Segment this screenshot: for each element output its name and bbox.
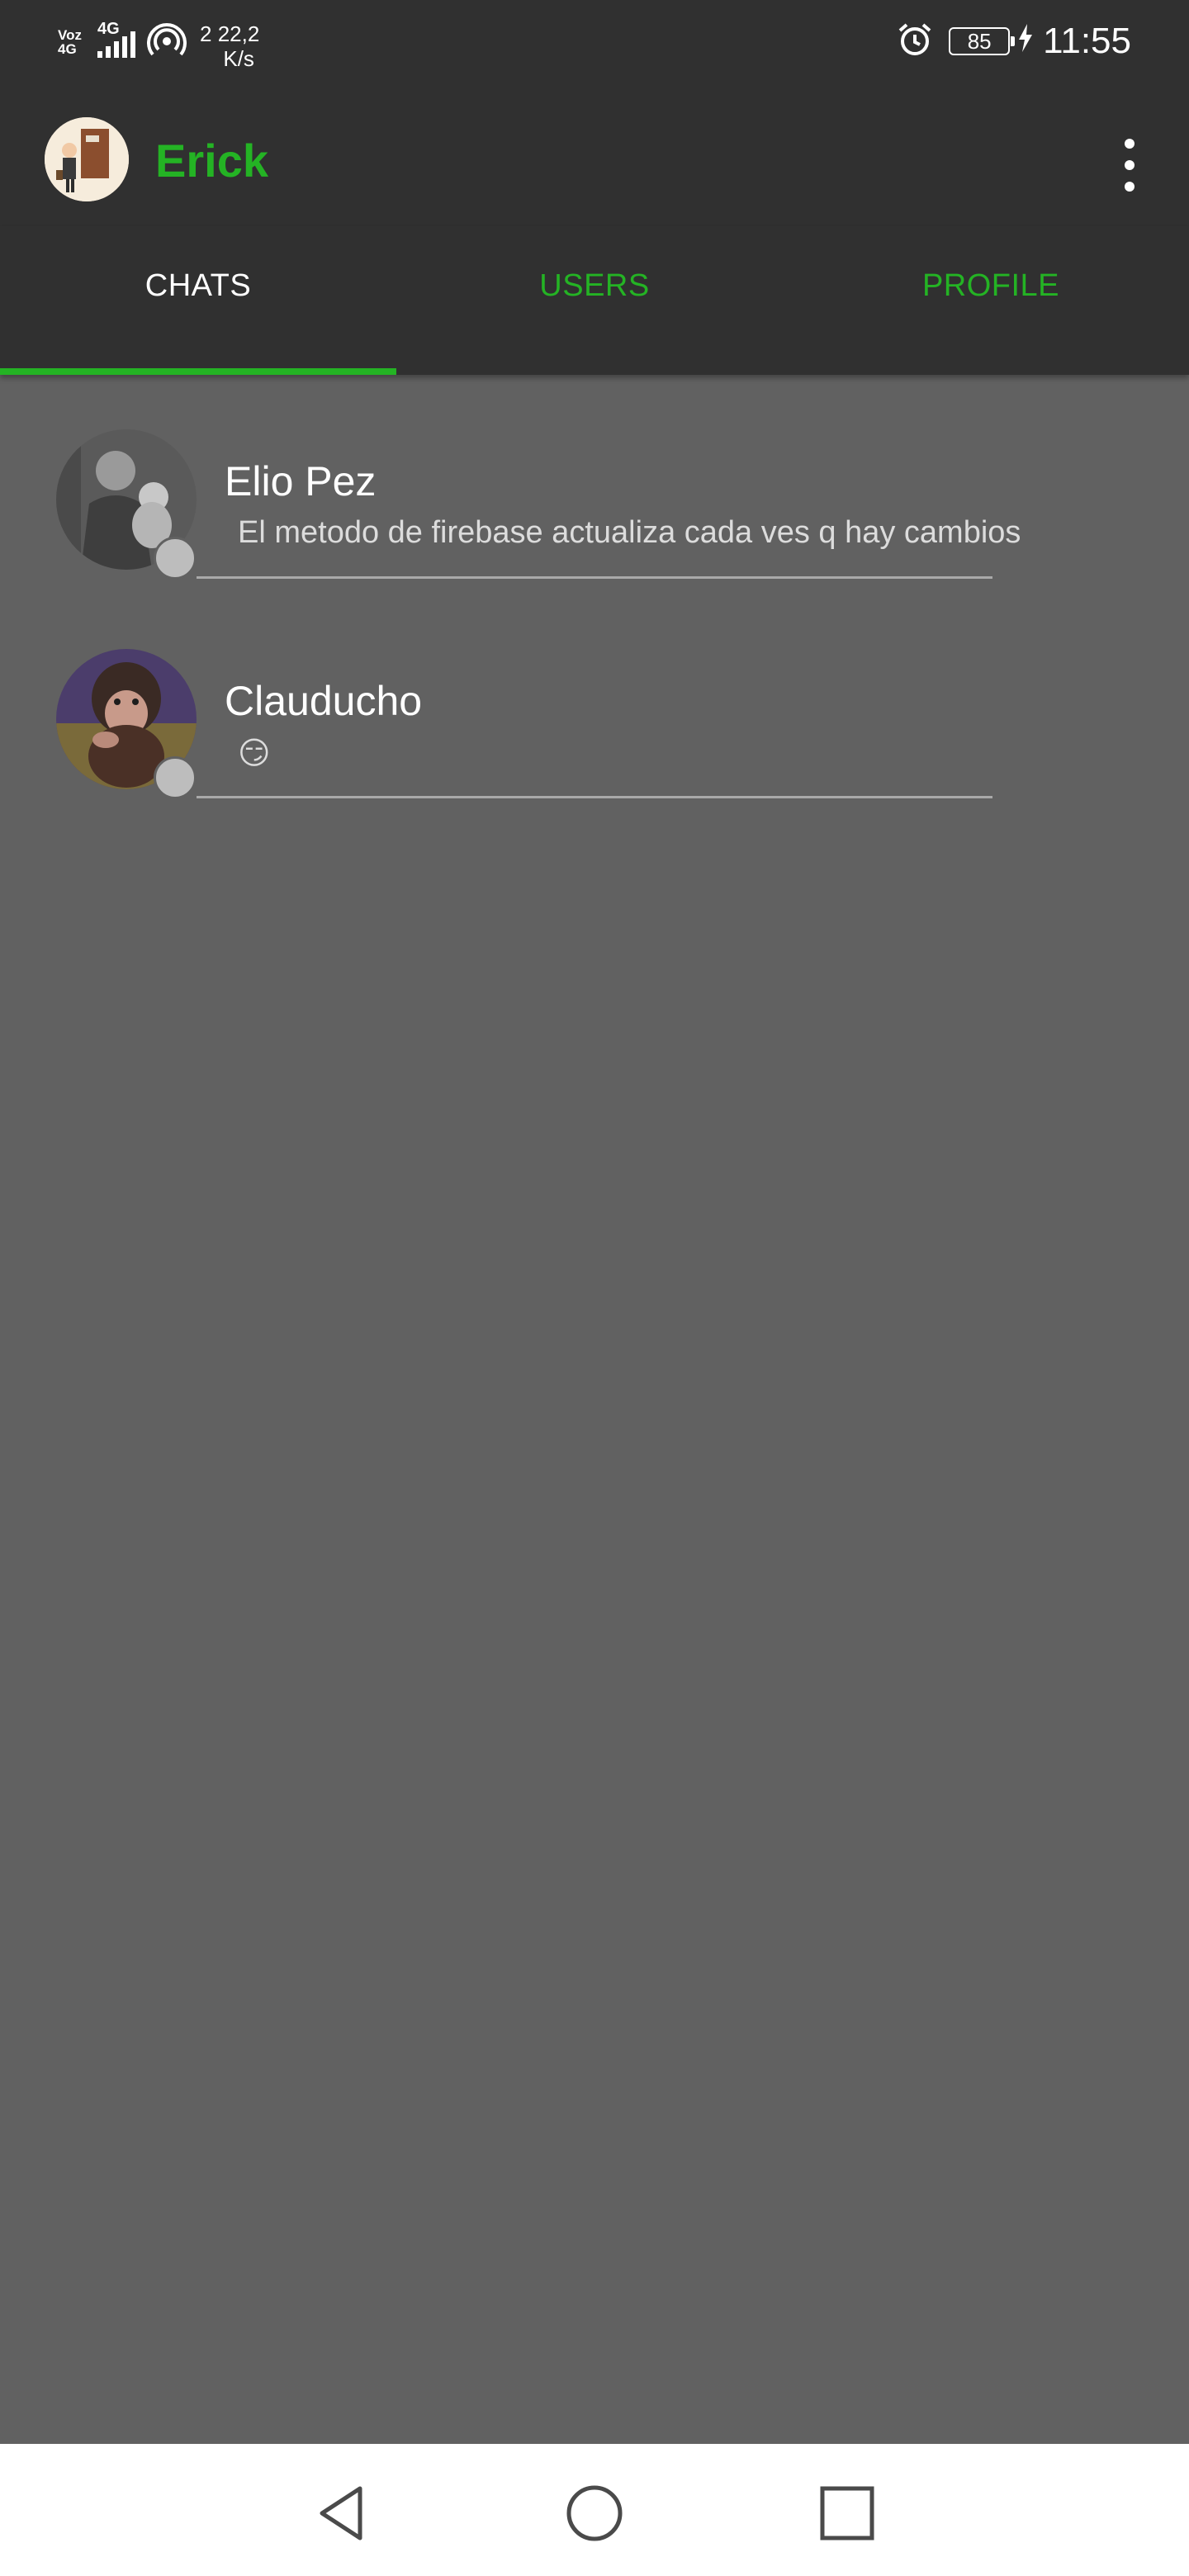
data-rate-value: 22,2 xyxy=(217,21,260,46)
status-bar: Voz 4G 4G 2 22,2 K/s 85 11:55 xyxy=(0,0,1189,86)
network-type-label: 4G xyxy=(97,20,120,38)
status-badge xyxy=(154,537,197,580)
chat-name: Elio Pez xyxy=(225,458,377,504)
signal-bars-icon: 4G xyxy=(97,20,135,58)
alarm-clock-icon xyxy=(896,21,934,63)
battery-icon: 85 xyxy=(949,27,1016,55)
divider xyxy=(197,576,992,579)
system-nav-bar xyxy=(0,2444,1189,2576)
app-bar: Erick xyxy=(0,86,1189,226)
recents-icon[interactable] xyxy=(814,2480,880,2546)
battery-level: 85 xyxy=(967,29,992,54)
chat-name: Clauducho xyxy=(225,678,423,724)
app-title: Erick xyxy=(155,135,268,187)
data-rate-prefix: 2 xyxy=(200,21,212,46)
carrier-label: Voz 4G xyxy=(58,27,82,57)
chat-last-message: 😏 xyxy=(238,736,271,771)
tab-users[interactable]: USERS xyxy=(396,226,793,375)
profile-avatar[interactable] xyxy=(45,117,129,201)
tab-profile[interactable]: PROFILE xyxy=(793,226,1189,375)
tab-indicator xyxy=(0,368,396,375)
list-item[interactable]: Elio Pez El metodo de firebase actualiza… xyxy=(0,375,1189,590)
status-badge xyxy=(154,756,197,799)
chat-last-message: El metodo de firebase actualiza cada ves… xyxy=(238,515,1021,550)
status-right-group: 85 11:55 xyxy=(896,18,1131,64)
overflow-menu-icon[interactable] xyxy=(1113,132,1146,198)
data-rate-unit: K/s xyxy=(223,46,254,71)
back-icon[interactable] xyxy=(310,2480,377,2546)
tab-bar: CHATS USERS PROFILE xyxy=(0,226,1189,375)
charging-bolt-icon xyxy=(1018,24,1033,59)
clock: 11:55 xyxy=(1043,21,1131,61)
tab-chats[interactable]: CHATS xyxy=(0,226,396,375)
divider xyxy=(197,796,992,798)
hotspot-icon xyxy=(147,23,187,64)
home-icon[interactable] xyxy=(561,2480,628,2546)
status-left-group: Voz 4G 4G 2 22,2 K/s xyxy=(58,20,260,71)
list-item[interactable]: Clauducho 😏 xyxy=(0,594,1189,809)
